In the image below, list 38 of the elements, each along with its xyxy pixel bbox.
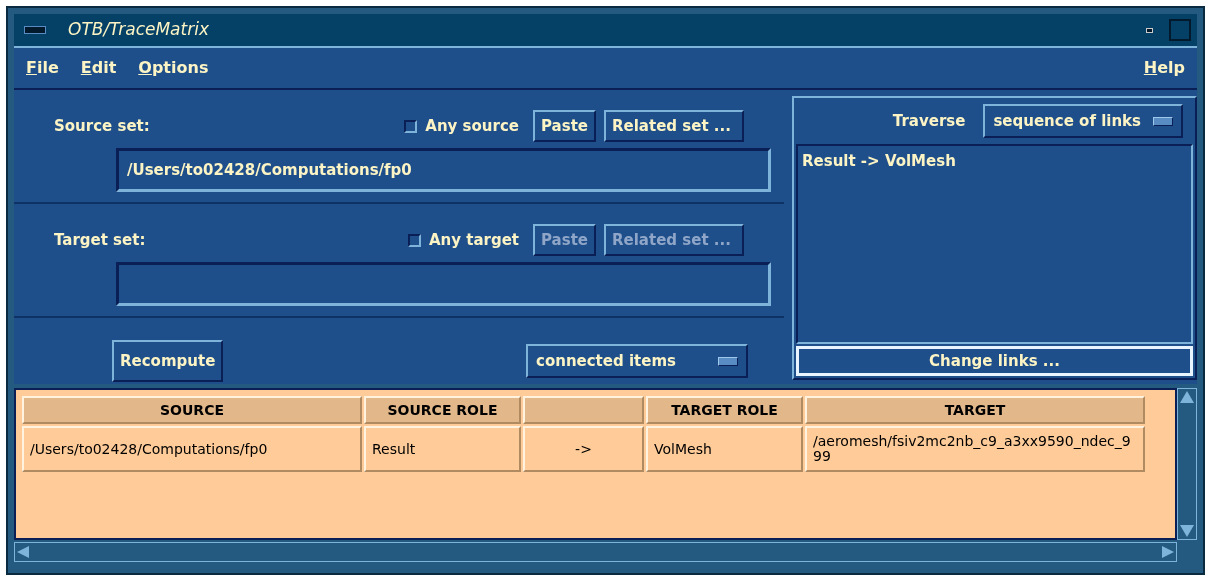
horizontal-scrollbar[interactable]	[14, 542, 1177, 562]
paste-button[interactable]: Paste	[533, 110, 596, 142]
scroll-right-icon[interactable]	[1162, 546, 1174, 558]
table-cell: ->	[523, 426, 644, 472]
traverse-label: Traverse	[892, 110, 966, 132]
minimize-icon[interactable]	[1146, 27, 1153, 33]
column-header: SOURCE	[22, 396, 362, 424]
menu-item[interactable]: Options	[138, 56, 209, 80]
column-header: SOURCE ROLE	[364, 396, 521, 424]
column-header: TARGET ROLE	[646, 396, 803, 424]
table-cell: /Users/to02428/Computations/fp0	[22, 426, 362, 472]
table-cell: /aeromesh/fsiv2mc2nb_c9_a3xx9590_ndec_999	[805, 426, 1145, 472]
option-indicator-icon	[1153, 116, 1173, 126]
set-label: Target set:	[54, 229, 146, 251]
mode-option-menu[interactable]: connected items	[526, 344, 748, 378]
scroll-left-icon[interactable]	[17, 546, 29, 558]
vertical-scrollbar[interactable]	[1177, 388, 1197, 540]
scroll-up-icon[interactable]	[1180, 391, 1194, 403]
column-header: TARGET	[805, 396, 1145, 424]
window-menu-icon[interactable]	[24, 26, 46, 34]
option-indicator-icon	[718, 356, 738, 366]
checkbox[interactable]	[404, 119, 418, 133]
recompute-button[interactable]: Recompute	[112, 340, 224, 382]
link-item[interactable]: Result -> VolMesh	[802, 150, 1187, 173]
path-field[interactable]	[116, 262, 771, 306]
change-links-button[interactable]: Change links ...	[796, 346, 1193, 376]
table-cell: VolMesh	[646, 426, 803, 472]
traverse-option-menu[interactable]: sequence of links	[983, 104, 1183, 138]
menu-item[interactable]: Edit	[80, 56, 117, 80]
path-field[interactable]: /Users/to02428/Computations/fp0	[116, 148, 771, 192]
window-title: OTB/TraceMatrix	[68, 18, 209, 42]
menu-item[interactable]: Help	[1143, 56, 1185, 80]
menu-item[interactable]: File	[26, 56, 59, 80]
checkbox-label: Any source	[425, 115, 519, 137]
set-label: Source set:	[54, 115, 150, 137]
related-set-button[interactable]: Related set ...	[604, 110, 744, 142]
table-cell: Result	[364, 426, 521, 472]
checkbox-label: Any target	[428, 229, 519, 251]
